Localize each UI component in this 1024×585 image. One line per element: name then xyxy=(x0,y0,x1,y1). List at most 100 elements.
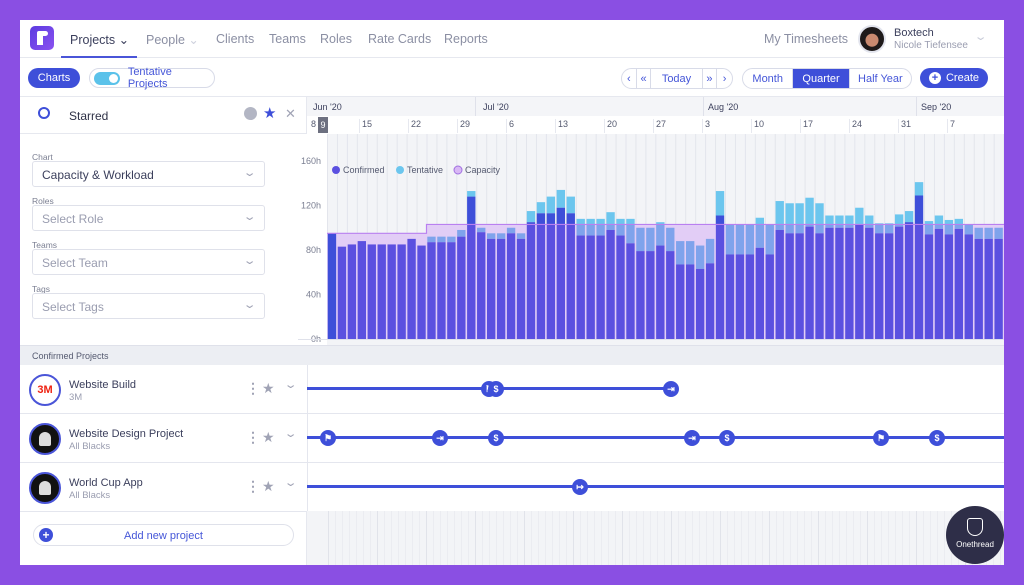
project-row[interactable]: 3M Website Build 3M ⋮★⌄ ⚑$⇥ xyxy=(20,365,1004,414)
prev-icon[interactable]: ‹ xyxy=(622,69,637,88)
search-input[interactable]: Starred xyxy=(69,109,108,123)
nav-clients[interactable]: Clients xyxy=(216,32,254,46)
tentative-bar xyxy=(636,227,645,252)
nav-roles[interactable]: Roles xyxy=(320,32,352,46)
app-window: Projects ⌄ People ⌄ Clients Teams Roles … xyxy=(20,20,1004,565)
teams-select[interactable]: Select Team ⌄ xyxy=(32,249,265,275)
nav-teams[interactable]: Teams xyxy=(269,32,306,46)
grid-line xyxy=(860,511,861,565)
start-milestone-icon[interactable]: ↦ xyxy=(572,479,588,495)
chevron-down-icon: ⌄ xyxy=(242,299,257,311)
charts-button[interactable]: Charts xyxy=(28,68,80,88)
create-button[interactable]: + Create xyxy=(920,68,988,88)
dollar-milestone-icon[interactable]: $ xyxy=(488,381,504,397)
dollar-milestone-icon[interactable]: $ xyxy=(719,430,735,446)
project-row[interactable]: Website Design Project All Blacks ⋮ ★ ⌄ ⚑ ⇥… xyxy=(20,414,1004,463)
project-timeline-bar[interactable] xyxy=(307,436,1004,439)
end-milestone-icon[interactable]: ⇥ xyxy=(684,430,700,446)
confirmed-bar xyxy=(636,251,645,339)
tentative-bar xyxy=(526,211,536,223)
month-divider xyxy=(475,97,476,116)
tentative-bar xyxy=(785,203,794,225)
chevron-down-icon: ⌄ xyxy=(242,167,257,179)
grid-line xyxy=(468,511,469,565)
tentative-projects-toggle[interactable]: Tentative Projects xyxy=(89,66,215,90)
nav-people[interactable]: People ⌄ xyxy=(146,32,199,47)
expand-chevron-icon[interactable]: ⌄ xyxy=(284,476,298,489)
grid-line xyxy=(678,511,679,565)
more-options-icon[interactable]: ⋮ xyxy=(246,429,260,446)
month-label: Jun '20 xyxy=(313,102,342,112)
view-month[interactable]: Month xyxy=(743,69,794,88)
toggle-switch[interactable] xyxy=(94,71,120,85)
flag-milestone-icon[interactable]: ⚑ xyxy=(320,430,336,446)
chart-filters: Chart Capacity & Workload ⌄ Roles Select … xyxy=(20,134,278,344)
month-label: Jul '20 xyxy=(483,102,509,112)
confirmed-bar xyxy=(914,224,924,339)
search-icon[interactable] xyxy=(38,107,50,119)
nav-my-timesheets[interactable]: My Timesheets xyxy=(764,32,848,46)
project-row[interactable]: World Cup App All Blacks ⋮ ★ ⌄ ↦ xyxy=(20,463,1004,512)
star-icon[interactable]: ★ xyxy=(262,380,275,397)
view-half-year[interactable]: Half Year xyxy=(850,69,911,88)
user-avatar[interactable] xyxy=(858,25,886,53)
confirmed-bar xyxy=(546,224,556,339)
grid-line xyxy=(727,511,728,565)
next-icon[interactable]: › xyxy=(717,69,732,88)
person-filter-icon[interactable] xyxy=(244,107,257,120)
tentative-bar xyxy=(845,215,854,225)
roles-select[interactable]: Select Role ⌄ xyxy=(32,205,265,231)
grid-line xyxy=(426,511,427,565)
project-title[interactable]: Website Design Project xyxy=(69,428,183,440)
next-fast-icon[interactable]: » xyxy=(703,69,718,88)
add-new-project-button[interactable]: + Add new project xyxy=(33,524,294,546)
expand-chevron-icon[interactable]: ⌄ xyxy=(284,427,298,440)
tentative-bar xyxy=(556,189,565,208)
grid-line xyxy=(811,511,812,565)
project-title[interactable]: World Cup App xyxy=(69,477,143,489)
tags-select[interactable]: Select Tags ⌄ xyxy=(32,293,265,319)
app-logo[interactable] xyxy=(30,26,54,50)
star-icon[interactable]: ★ xyxy=(263,104,276,122)
team-logo-icon xyxy=(39,432,51,446)
project-title[interactable]: Website Build xyxy=(69,379,136,391)
grid-line xyxy=(517,511,518,565)
dollar-milestone-icon[interactable]: $ xyxy=(929,430,945,446)
nav-projects[interactable]: Projects ⌄ xyxy=(70,32,129,47)
expand-chevron-icon[interactable]: ⌄ xyxy=(284,378,298,391)
nav-reports[interactable]: Reports xyxy=(444,32,488,46)
chart-select[interactable]: Capacity & Workload ⌄ xyxy=(32,161,265,187)
confirmed-bar xyxy=(616,235,625,339)
more-options-icon[interactable]: ⋮ xyxy=(246,380,260,397)
confirmed-bar xyxy=(676,264,685,339)
y-tick-label: 160h xyxy=(301,156,321,166)
week-label: 17 xyxy=(800,119,813,133)
more-options-icon[interactable]: ⋮ xyxy=(246,478,260,495)
confirmed-bar xyxy=(666,251,675,339)
tentative-bar xyxy=(755,217,764,225)
tentative-bar xyxy=(566,196,575,214)
star-icon[interactable]: ★ xyxy=(262,429,275,446)
section-header: Confirmed Projects xyxy=(20,345,1004,365)
today-button[interactable]: Today xyxy=(651,69,703,88)
flag-milestone-icon[interactable]: ⚑ xyxy=(873,430,889,446)
month-label: Sep '20 xyxy=(921,102,952,112)
nav-rate-cards[interactable]: Rate Cards xyxy=(368,32,431,46)
clear-icon[interactable]: ✕ xyxy=(285,106,296,122)
dollar-milestone-icon[interactable]: $ xyxy=(488,430,504,446)
grid-line xyxy=(510,511,511,565)
prev-fast-icon[interactable]: « xyxy=(637,69,652,88)
project-timeline-bar[interactable] xyxy=(307,485,1004,488)
grid-line xyxy=(398,511,399,565)
view-quarter[interactable]: Quarter xyxy=(793,69,850,88)
tentative-bar xyxy=(437,236,446,243)
chevron-down-icon[interactable]: ⌄ xyxy=(974,30,988,43)
end-milestone-icon[interactable]: ⇥ xyxy=(432,430,448,446)
end-milestone-icon[interactable]: ⇥ xyxy=(663,381,679,397)
grid-line xyxy=(895,511,896,565)
onethread-logo-icon xyxy=(967,518,983,536)
tentative-bar xyxy=(765,224,774,255)
star-icon[interactable]: ★ xyxy=(262,478,275,495)
plus-icon: + xyxy=(928,72,941,84)
tentative-bar xyxy=(795,203,804,225)
